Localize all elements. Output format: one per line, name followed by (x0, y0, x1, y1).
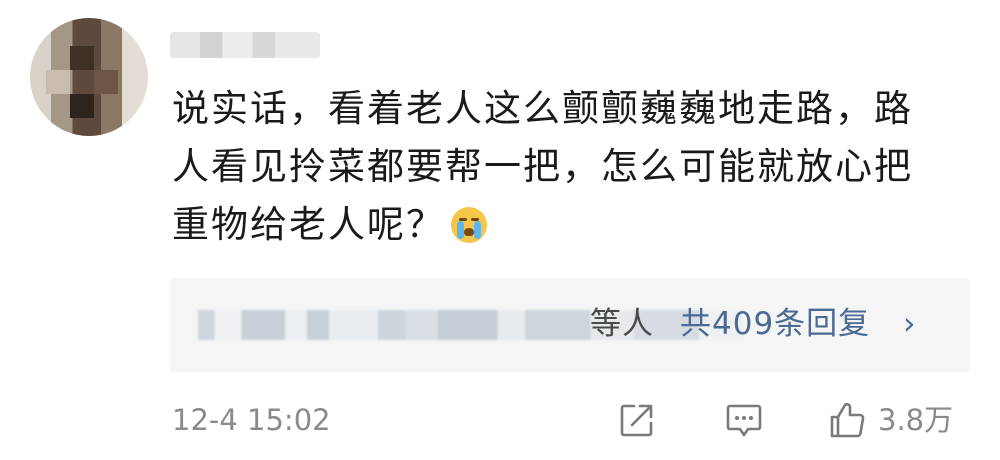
chevron-right-icon[interactable]: › (903, 301, 915, 347)
like-count: 3.8万 (878, 403, 954, 437)
avatar-pixel (46, 70, 70, 94)
share-icon[interactable] (617, 400, 657, 440)
comment-line: 人看见拎菜都要帮一把，怎么可能就放心把 (172, 145, 913, 188)
reply-others-label: 等人 (590, 306, 654, 342)
avatar-pixel (70, 46, 94, 70)
crying-face-emoji-icon (451, 207, 487, 243)
reply-count-link[interactable]: 共409条回复 (680, 301, 870, 347)
replies-preview[interactable]: 等人 共409条回复 › (170, 278, 970, 372)
comment-line-text: 重物给老人呢？ (172, 203, 445, 246)
avatar-pixel (94, 70, 118, 94)
timestamp: 12-4 15:02 (172, 403, 331, 437)
avatar-pixel (70, 94, 94, 118)
thumbs-up-icon[interactable] (828, 400, 868, 440)
avatar[interactable] (30, 18, 148, 136)
comment-line-last: 重物给老人呢？ (172, 196, 972, 254)
comment-icon[interactable] (724, 400, 764, 440)
reply-authors-blurred (198, 310, 743, 340)
username-blurred[interactable] (170, 32, 320, 58)
comment-text: 说实话，看着老人这么颤颤巍巍地走路，路 人看见拎菜都要帮一把，怎么可能就放心把 … (172, 80, 972, 254)
comment-footer: 12-4 15:02 3.8万 (0, 392, 1000, 448)
comment-line: 说实话，看着老人这么颤颤巍巍地走路，路 (172, 87, 913, 130)
